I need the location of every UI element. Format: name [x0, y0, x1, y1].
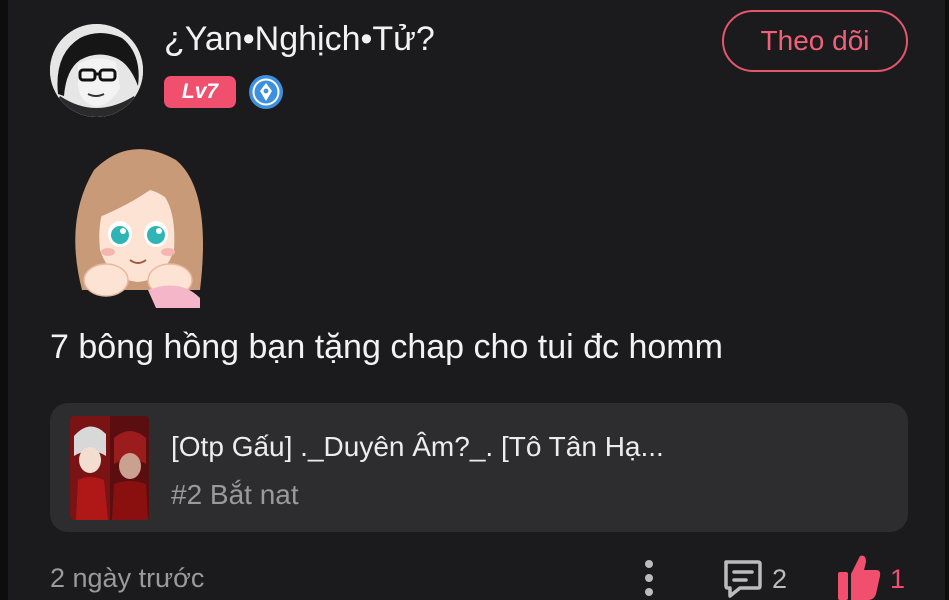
follow-button[interactable]: Theo dõi: [722, 10, 908, 72]
story-chapter: #2 Bắt nat: [171, 479, 299, 510]
comment-button[interactable]: 2: [720, 556, 787, 600]
comment-text: 7 bông hồng bạn tặng chap cho tui đc hom…: [50, 328, 723, 366]
story-card[interactable]: [Otp Gấu] ._Duyên Âm?_. [Tô Tân Hạ... #2…: [50, 403, 908, 532]
more-icon[interactable]: [636, 556, 662, 600]
left-edge: [0, 0, 8, 600]
like-count: 1: [890, 564, 906, 594]
like-button[interactable]: 1: [836, 552, 905, 600]
like-icon: [838, 555, 881, 600]
story-cover-image: [70, 416, 149, 520]
avatar[interactable]: [50, 24, 143, 117]
story-title: [Otp Gấu] ._Duyên Âm?_. [Tô Tân Hạ...: [171, 431, 664, 462]
comment-count: 2: [772, 564, 788, 594]
right-edge: [945, 0, 949, 600]
sticker-image: [60, 140, 215, 308]
comment-icon: [724, 560, 762, 598]
username[interactable]: ¿Yan•Nghịch•Tử?: [164, 20, 435, 59]
level-badge: Lv7: [164, 76, 236, 108]
timestamp: 2 ngày trước: [50, 563, 205, 593]
verified-icon: [248, 74, 284, 110]
